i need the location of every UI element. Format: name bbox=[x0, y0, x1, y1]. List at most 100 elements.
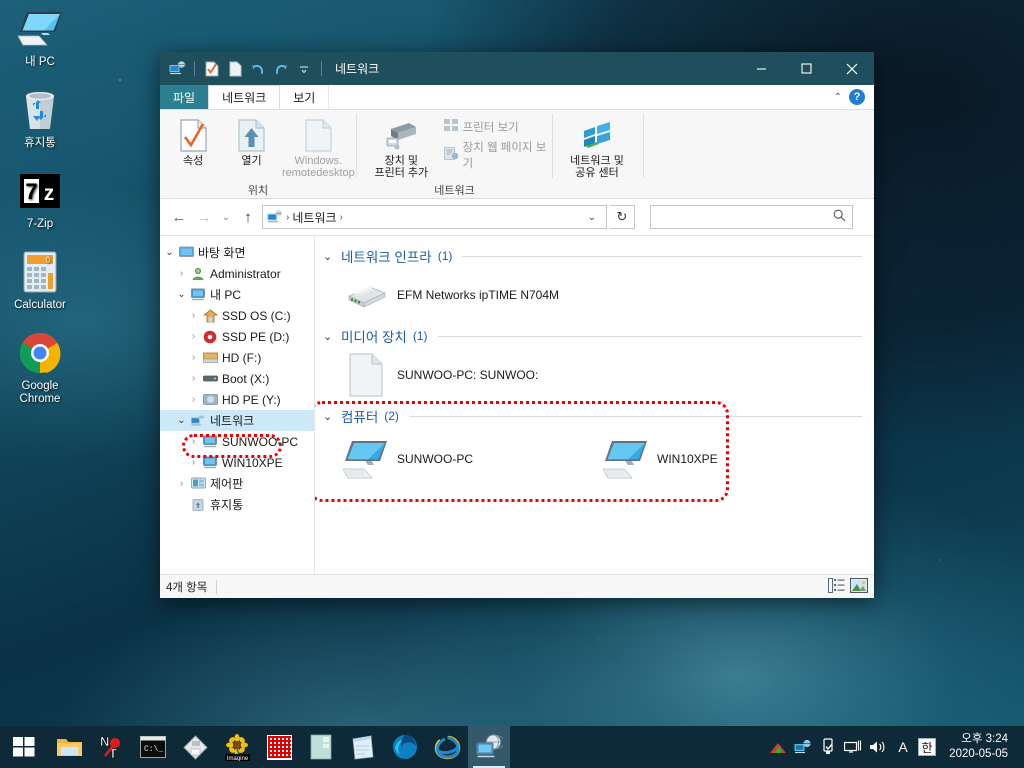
twisty-closed-icon[interactable]: › bbox=[186, 436, 201, 447]
view-mode-buttons[interactable] bbox=[828, 577, 869, 596]
navigation-pane[interactable]: ⌄ 바탕 화면 › Administrator ⌄ 내 PC › SSD OS … bbox=[160, 236, 315, 574]
up-button[interactable]: ↑ bbox=[237, 205, 259, 229]
windows-remotedesktop-button[interactable]: Windows. remotedesktop bbox=[281, 116, 356, 179]
list-item[interactable]: SUNWOO-PC bbox=[341, 435, 591, 483]
properties-button[interactable]: 속성 bbox=[164, 116, 222, 167]
twisty-closed-icon[interactable]: › bbox=[186, 352, 201, 363]
twisty-closed-icon[interactable]: › bbox=[186, 310, 201, 321]
collapse-ribbon-icon[interactable]: ⌃ bbox=[834, 92, 842, 103]
desktop-icon-calculator[interactable]: 0 Calculator bbox=[0, 247, 80, 312]
forward-button[interactable]: → bbox=[193, 205, 215, 229]
nav-item-ssd-os-c[interactable]: › SSD OS (C:) bbox=[160, 305, 314, 326]
nav-item-sunwoo-pc[interactable]: › SUNWOO-PC bbox=[160, 431, 314, 452]
display-tray-icon[interactable] bbox=[840, 726, 865, 768]
group-header-computers[interactable]: ⌄ 컴퓨터 (2) bbox=[323, 404, 862, 428]
nav-item-recycle-bin[interactable]: 휴지통 bbox=[160, 494, 314, 515]
search-input[interactable] bbox=[650, 205, 853, 229]
twisty-open-icon[interactable]: ⌄ bbox=[174, 415, 189, 426]
twisty-closed-icon[interactable]: › bbox=[186, 331, 201, 342]
title-bar[interactable]: 네트워크 bbox=[160, 52, 874, 85]
taskbar-item-grid-app[interactable] bbox=[258, 726, 300, 768]
twisty-closed-icon[interactable]: › bbox=[186, 394, 201, 405]
twisty-closed-icon[interactable]: › bbox=[186, 373, 201, 384]
open-button[interactable]: 열기 bbox=[222, 116, 280, 167]
help-icon[interactable]: ? bbox=[849, 89, 865, 105]
tab-view[interactable]: 보기 bbox=[280, 85, 330, 109]
twisty-open-icon[interactable]: ⌄ bbox=[174, 289, 189, 300]
quick-access-toolbar[interactable] bbox=[167, 59, 326, 79]
breadcrumb-bar[interactable]: › 네트워크 › ⌄ bbox=[262, 205, 607, 229]
chevron-down-icon[interactable]: ⌄ bbox=[323, 250, 335, 263]
ribbon-tabstrip[interactable]: 파일 네트워크 보기 ⌃ ? bbox=[160, 85, 874, 110]
tab-network[interactable]: 네트워크 bbox=[208, 85, 281, 109]
taskbar-item-imagine-viewer[interactable]: Imagine bbox=[216, 726, 258, 768]
ime-latin-icon[interactable]: A bbox=[890, 726, 915, 768]
nav-item-network[interactable]: ⌄ 네트워크 bbox=[160, 410, 314, 431]
list-item[interactable]: SUNWOO-PC: SUNWOO: bbox=[341, 351, 681, 399]
system-tray[interactable]: A 한 오후 3:24 2020-05-05 bbox=[765, 726, 1024, 768]
view-printers-button[interactable]: 프린터 보기 bbox=[443, 119, 552, 135]
group-header-network-infra[interactable]: ⌄ 네트워크 인프라 (1) bbox=[323, 244, 862, 268]
start-button[interactable] bbox=[0, 726, 48, 768]
taskbar-item-command-prompt[interactable]: C:\_ bbox=[132, 726, 174, 768]
tab-file[interactable]: 파일 bbox=[160, 85, 209, 109]
chevron-down-icon[interactable] bbox=[294, 59, 314, 79]
content-pane[interactable]: ⌄ 네트워크 인프라 (1) EFM Networks ipTIME N704M… bbox=[315, 236, 874, 574]
taskbar-item-microsoft-edge[interactable] bbox=[384, 726, 426, 768]
group-header-media-devices[interactable]: ⌄ 미디어 장치 (1) bbox=[323, 324, 862, 348]
taskbar-item-nt-password-tool[interactable]: N T bbox=[90, 726, 132, 768]
breadcrumb-separator[interactable]: › bbox=[286, 212, 289, 223]
address-bar[interactable]: ← → ⌄ ↑ › 네트워크 › ⌄ ↻ bbox=[160, 199, 874, 235]
file-explorer-window[interactable]: 네트워크 파일 네트워크 보기 ⌃ ? 속성 열기 Windows. remot… bbox=[160, 52, 874, 598]
volume-icon[interactable] bbox=[865, 726, 890, 768]
breadcrumb-separator-2[interactable]: › bbox=[340, 212, 343, 223]
recent-locations-button[interactable]: ⌄ bbox=[218, 205, 234, 229]
taskbar-item-notepad-app[interactable] bbox=[342, 726, 384, 768]
nav-item-administrator[interactable]: › Administrator bbox=[160, 263, 314, 284]
nav-item-boot-x[interactable]: › Boot (X:) bbox=[160, 368, 314, 389]
desktop-icon-google-chrome[interactable]: Google Chrome bbox=[0, 328, 80, 406]
details-view-icon[interactable] bbox=[828, 577, 845, 596]
show-desktop-button[interactable] bbox=[1016, 726, 1020, 768]
taskbar-item-file-explorer[interactable] bbox=[48, 726, 90, 768]
redo-icon[interactable] bbox=[271, 59, 291, 79]
undo-icon[interactable] bbox=[248, 59, 268, 79]
close-button[interactable] bbox=[829, 52, 874, 85]
taskbar-item-notes-app[interactable] bbox=[300, 726, 342, 768]
maximize-button[interactable] bbox=[784, 52, 829, 85]
desktop-icon-my-pc[interactable]: 내 PC bbox=[0, 4, 80, 69]
nvidia-tray-icon[interactable] bbox=[765, 726, 790, 768]
desktop-icon-7zip[interactable]: 7 z 7-Zip bbox=[0, 166, 80, 231]
twisty-closed-icon[interactable]: › bbox=[174, 478, 189, 489]
add-device-printer-button[interactable]: 장치 및 프린터 추가 bbox=[363, 116, 440, 179]
minimize-button[interactable] bbox=[739, 52, 784, 85]
properties-icon[interactable] bbox=[202, 59, 222, 79]
chevron-down-icon[interactable]: ⌄ bbox=[323, 330, 335, 343]
large-icons-view-icon[interactable] bbox=[849, 577, 869, 596]
search-icon[interactable] bbox=[833, 209, 846, 225]
list-item[interactable]: EFM Networks ipTIME N704M bbox=[341, 271, 681, 319]
refresh-button[interactable]: ↻ bbox=[610, 205, 635, 229]
twisty-closed-icon[interactable]: › bbox=[186, 457, 201, 468]
twisty-open-icon[interactable]: ⌄ bbox=[162, 247, 177, 258]
network-icon[interactable] bbox=[167, 59, 187, 79]
twisty-closed-icon[interactable]: › bbox=[174, 268, 189, 279]
breadcrumb-network[interactable]: 네트워크 bbox=[292, 209, 336, 226]
nav-item-win10xpe[interactable]: › WIN10XPE bbox=[160, 452, 314, 473]
taskbar[interactable]: N T C:\_ Imagine A 한 오후 3:24 2020-05-05 bbox=[0, 726, 1024, 768]
usb-eject-icon[interactable] bbox=[815, 726, 840, 768]
window-controls[interactable] bbox=[739, 52, 874, 85]
ribbon-panel[interactable]: 속성 열기 Windows. remotedesktop 위치 장치 및 프린터… bbox=[160, 110, 874, 199]
chevron-down-icon[interactable]: ⌄ bbox=[323, 410, 335, 423]
nav-item-hd-f[interactable]: › HD (F:) bbox=[160, 347, 314, 368]
device-webpage-button[interactable]: 장치 웹 페이지 보기 bbox=[443, 139, 552, 171]
desktop[interactable]: 내 PC 휴지통 7 z 7-Zip 0 Calculator Google C… bbox=[0, 0, 1024, 768]
nav-item-my-pc[interactable]: ⌄ 내 PC bbox=[160, 284, 314, 305]
network-sharing-center-button[interactable]: 네트워크 및 공유 센터 bbox=[557, 116, 637, 179]
back-button[interactable]: ← bbox=[168, 205, 190, 229]
ime-korean-icon[interactable]: 한 bbox=[915, 726, 939, 768]
list-item[interactable]: WIN10XPE bbox=[601, 435, 851, 483]
nav-item-control-panel[interactable]: › 제어판 bbox=[160, 473, 314, 494]
breadcrumb-dropdown-icon[interactable]: ⌄ bbox=[582, 212, 602, 223]
nav-item-hd-pe-y[interactable]: › HD PE (Y:) bbox=[160, 389, 314, 410]
